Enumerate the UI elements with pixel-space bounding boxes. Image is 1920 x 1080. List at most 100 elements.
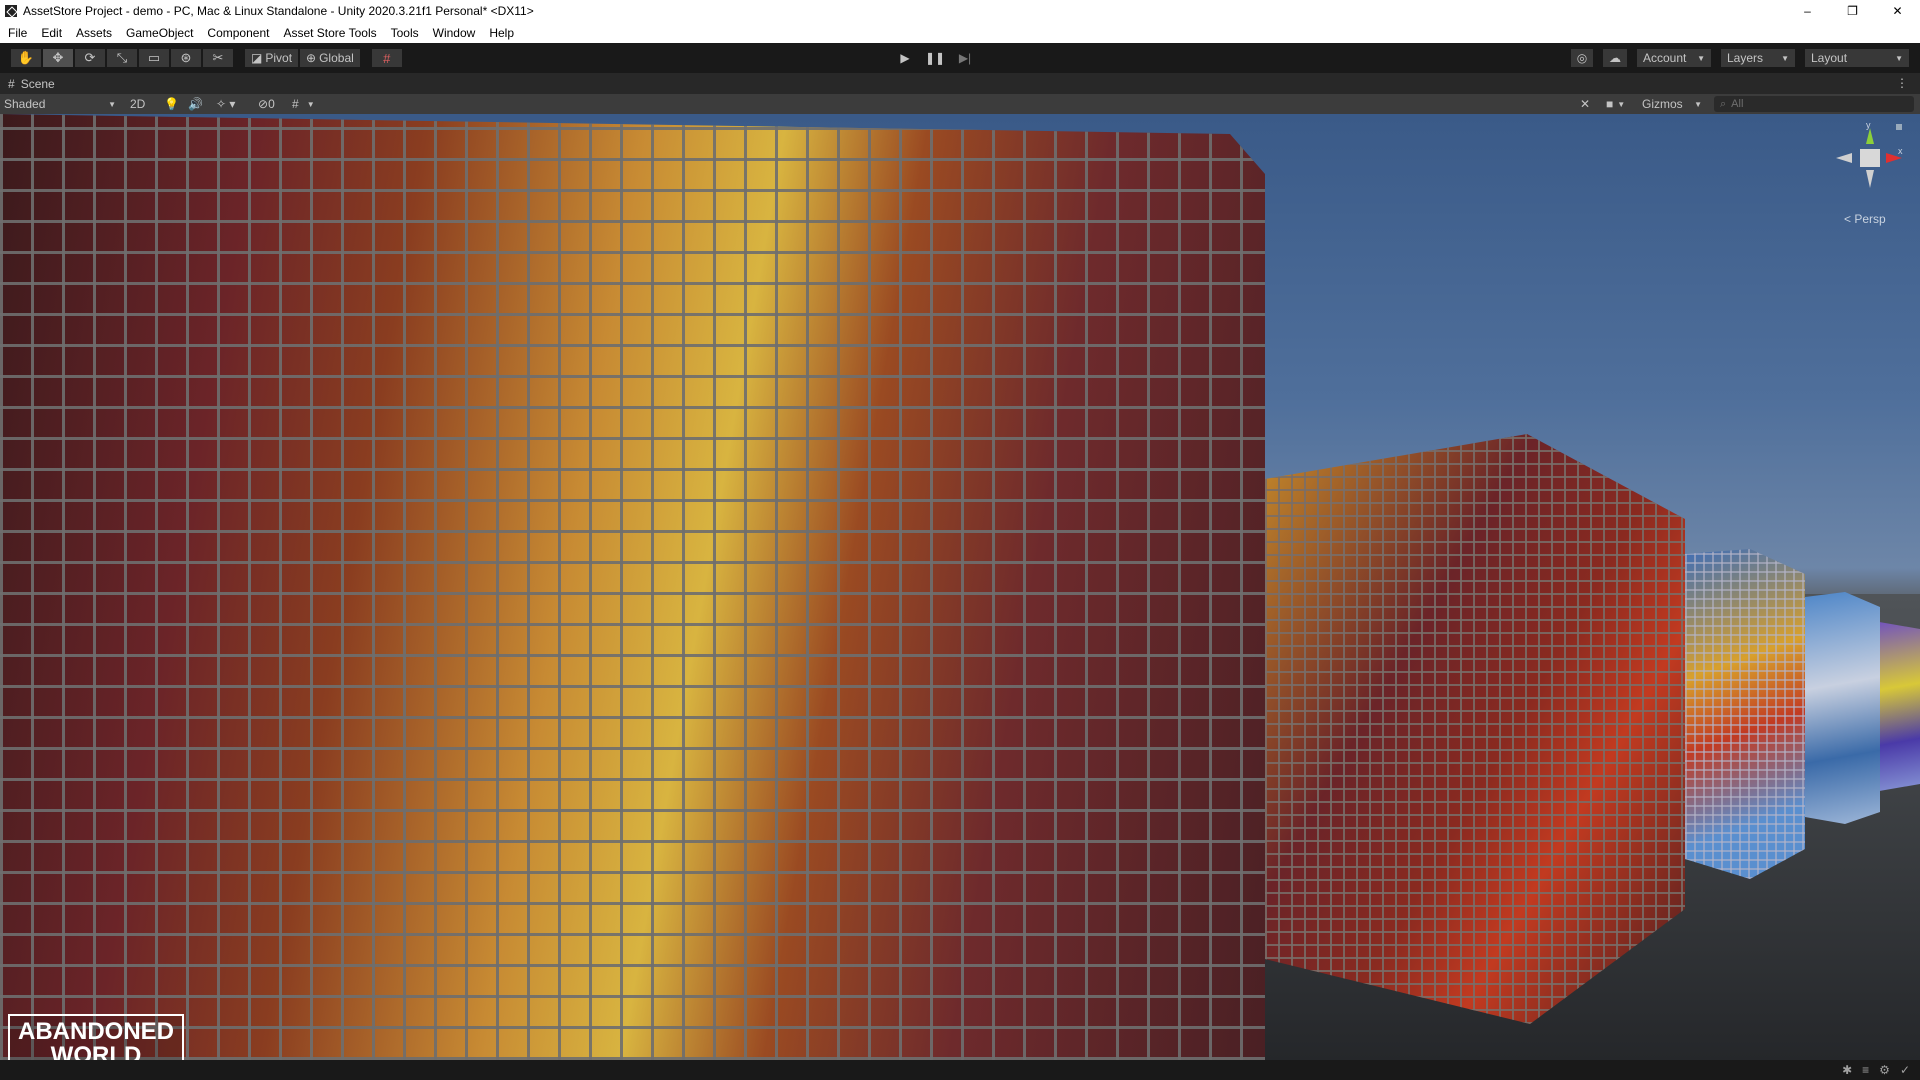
chevron-down-icon: ▼ <box>1781 53 1789 63</box>
wrench-icon: ✕ <box>1580 97 1591 111</box>
2d-label: 2D <box>130 97 146 111</box>
abandoned-world-logo: ABANDONED WORLD <box>8 1014 184 1060</box>
effects-dropdown[interactable]: ✧ ▾ <box>216 96 235 112</box>
menu-window[interactable]: Window <box>433 26 476 40</box>
grid-snap-icon: # <box>383 50 391 66</box>
mosaic-cube-mid[interactable] <box>1685 549 1805 879</box>
layout-dropdown[interactable]: Layout ▼ <box>1804 48 1910 68</box>
scene-viewport[interactable]: y x < Persp ABANDONED WORLD <box>0 114 1920 1060</box>
move-tool-button[interactable]: ✥ <box>42 48 74 68</box>
scale-tool-icon: ⤡ <box>116 50 128 65</box>
transform-tools: ✋ ✥ ⟳ ⤡ ▭ ⊛ ✂ <box>10 48 234 68</box>
audio-toggle[interactable]: 🔊 <box>188 96 203 112</box>
scene-toolbar: Shaded ▼ 2D 💡 🔊 ✧ ▾ ⊘ 0 # ▼ ✕ ■ ▼ Gizmos ▼ … <box>0 94 1920 114</box>
collab-icon: ◎ <box>1576 51 1588 65</box>
gizmos-label: Gizmos <box>1642 97 1683 111</box>
shading-mode-label: Shaded <box>4 97 46 111</box>
gizmos-dropdown[interactable]: Gizmos ▼ <box>1642 96 1702 112</box>
mosaic-wall[interactable] <box>0 114 1265 1060</box>
hidden-objects-toggle[interactable]: ⊘ 0 <box>258 96 275 112</box>
grid-icon: # <box>292 97 299 111</box>
gizmo-y-label: y <box>1866 122 1871 130</box>
custom-tool-button[interactable]: ✂ <box>202 48 234 68</box>
lock-icon <box>1896 124 1902 130</box>
menu-asset-store-tools[interactable]: Asset Store Tools <box>283 26 376 40</box>
account-dropdown[interactable]: Account ▼ <box>1636 48 1712 68</box>
account-label: Account <box>1643 51 1687 65</box>
logo-line-2: WORLD <box>50 1042 142 1061</box>
play-controls: ▶ ❚❚ ▶| <box>890 48 980 68</box>
layout-label: Layout <box>1811 51 1848 65</box>
globe-icon: ⊕ <box>306 51 317 65</box>
menu-bar: File Edit Assets GameObject Component As… <box>0 22 1920 43</box>
mosaic-cube-distant[interactable] <box>1805 592 1880 824</box>
scene-tab-label: Scene <box>20 76 55 91</box>
step-button[interactable]: ▶| <box>950 48 980 68</box>
rotate-tool-icon: ⟳ <box>84 50 96 65</box>
pivot-toggle[interactable]: ◪ Pivot <box>244 48 300 68</box>
light-bulb-icon: 💡 <box>164 97 179 111</box>
layers-icon[interactable]: ≡ <box>1862 1063 1869 1077</box>
close-button[interactable]: ✕ <box>1875 0 1920 22</box>
grid-dropdown[interactable]: # ▼ <box>292 96 315 112</box>
search-icon: ⌕ <box>1720 97 1727 110</box>
camera-dropdown[interactable]: ■ ▼ <box>1606 96 1625 112</box>
menu-help[interactable]: Help <box>489 26 514 40</box>
pause-icon: ❚❚ <box>924 51 946 65</box>
cloud-button[interactable]: ☁ <box>1602 48 1628 68</box>
menu-gameobject[interactable]: GameObject <box>126 26 193 40</box>
speaker-icon: 🔊 <box>188 97 203 111</box>
menu-file[interactable]: File <box>8 26 27 40</box>
tools-button[interactable]: ✕ <box>1580 96 1590 112</box>
transform-tool-icon: ⊛ <box>180 50 192 65</box>
pivot-label: Pivot <box>265 51 293 65</box>
scale-tool-button[interactable]: ⤡ <box>106 48 138 68</box>
play-icon: ▶ <box>900 51 910 65</box>
hand-tool-button[interactable]: ✋ <box>10 48 42 68</box>
minimize-button[interactable]: – <box>1785 0 1830 22</box>
menu-tools[interactable]: Tools <box>391 26 419 40</box>
play-button[interactable]: ▶ <box>890 48 920 68</box>
orientation-gizmo[interactable]: y x < Persp <box>1826 120 1906 232</box>
transform-tool-button[interactable]: ⊛ <box>170 48 202 68</box>
shading-mode-dropdown[interactable]: Shaded ▼ <box>4 96 116 112</box>
bug-icon[interactable]: ✱ <box>1842 1063 1852 1077</box>
layers-dropdown[interactable]: Layers ▼ <box>1720 48 1796 68</box>
projection-label[interactable]: < Persp <box>1844 212 1886 226</box>
title-bar: AssetStore Project - demo - PC, Mac & Li… <box>0 0 1920 22</box>
check-icon[interactable]: ✓ <box>1900 1063 1910 1077</box>
maximize-button[interactable]: ❐ <box>1830 0 1875 22</box>
scene-tab-icon: # <box>8 76 15 91</box>
rect-tool-button[interactable]: ▭ <box>138 48 170 68</box>
move-tool-icon: ✥ <box>52 50 64 65</box>
cloud-icon: ☁ <box>1609 51 1621 65</box>
hand-tool-icon: ✋ <box>17 50 35 65</box>
hidden-count: 0 <box>268 97 275 111</box>
step-icon: ▶| <box>958 51 972 65</box>
more-options-icon[interactable]: ⋮ <box>1896 76 1908 90</box>
rect-tool-icon: ▭ <box>147 50 161 65</box>
chevron-down-icon: ▼ <box>306 99 315 109</box>
global-toggle[interactable]: ⊕ Global <box>299 48 361 68</box>
window-title: AssetStore Project - demo - PC, Mac & Li… <box>23 4 534 18</box>
chevron-down-icon: ▼ <box>108 99 116 109</box>
menu-component[interactable]: Component <box>207 26 269 40</box>
settings-icon[interactable]: ⚙ <box>1879 1063 1890 1077</box>
pause-button[interactable]: ❚❚ <box>920 48 950 68</box>
2d-toggle[interactable]: 2D <box>130 96 145 112</box>
menu-edit[interactable]: Edit <box>41 26 62 40</box>
chevron-down-icon: ▼ <box>1617 99 1626 109</box>
scene-search-input[interactable]: ⌕ All <box>1714 96 1914 112</box>
rotate-tool-button[interactable]: ⟳ <box>74 48 106 68</box>
lighting-toggle[interactable]: 💡 <box>164 96 179 112</box>
chevron-down-icon: ▼ <box>1694 99 1702 109</box>
effects-icon: ✧ ▾ <box>216 97 236 111</box>
menu-assets[interactable]: Assets <box>76 26 112 40</box>
pivot-icon: ◪ <box>251 51 263 65</box>
grid-snap-button[interactable]: # <box>370 48 403 68</box>
gizmo-x-label: x <box>1898 146 1903 156</box>
scene-tab[interactable]: # Scene ⋮ <box>0 73 1920 94</box>
mosaic-cube-near[interactable] <box>1265 434 1685 1024</box>
collab-button[interactable]: ◎ <box>1570 48 1594 68</box>
logo-line-1: ABANDONED <box>18 1018 174 1045</box>
